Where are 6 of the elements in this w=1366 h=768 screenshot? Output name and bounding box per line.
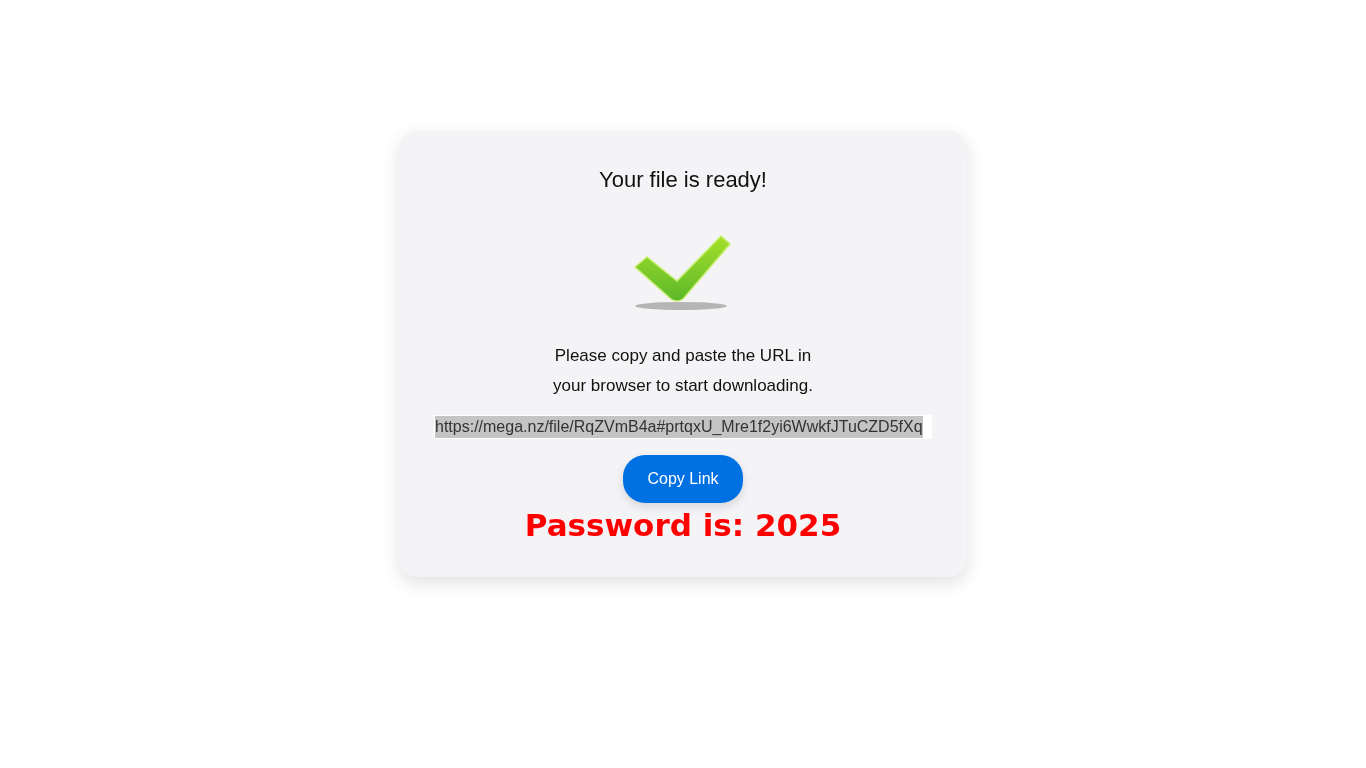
url-field[interactable]: https://mega.nz/file/RqZVmB4a#prtqxU_Mre1f2yi6WwkfJTuCZD5fXq	[434, 415, 932, 439]
checkmark-icon	[633, 233, 733, 313]
page-title: Your file is ready!	[599, 167, 767, 193]
copy-link-button[interactable]: Copy Link	[623, 455, 743, 503]
password-text: Password is: 2025	[524, 507, 842, 543]
instruction-text: Please copy and paste the URL in your browser to start downloading.	[553, 345, 813, 397]
